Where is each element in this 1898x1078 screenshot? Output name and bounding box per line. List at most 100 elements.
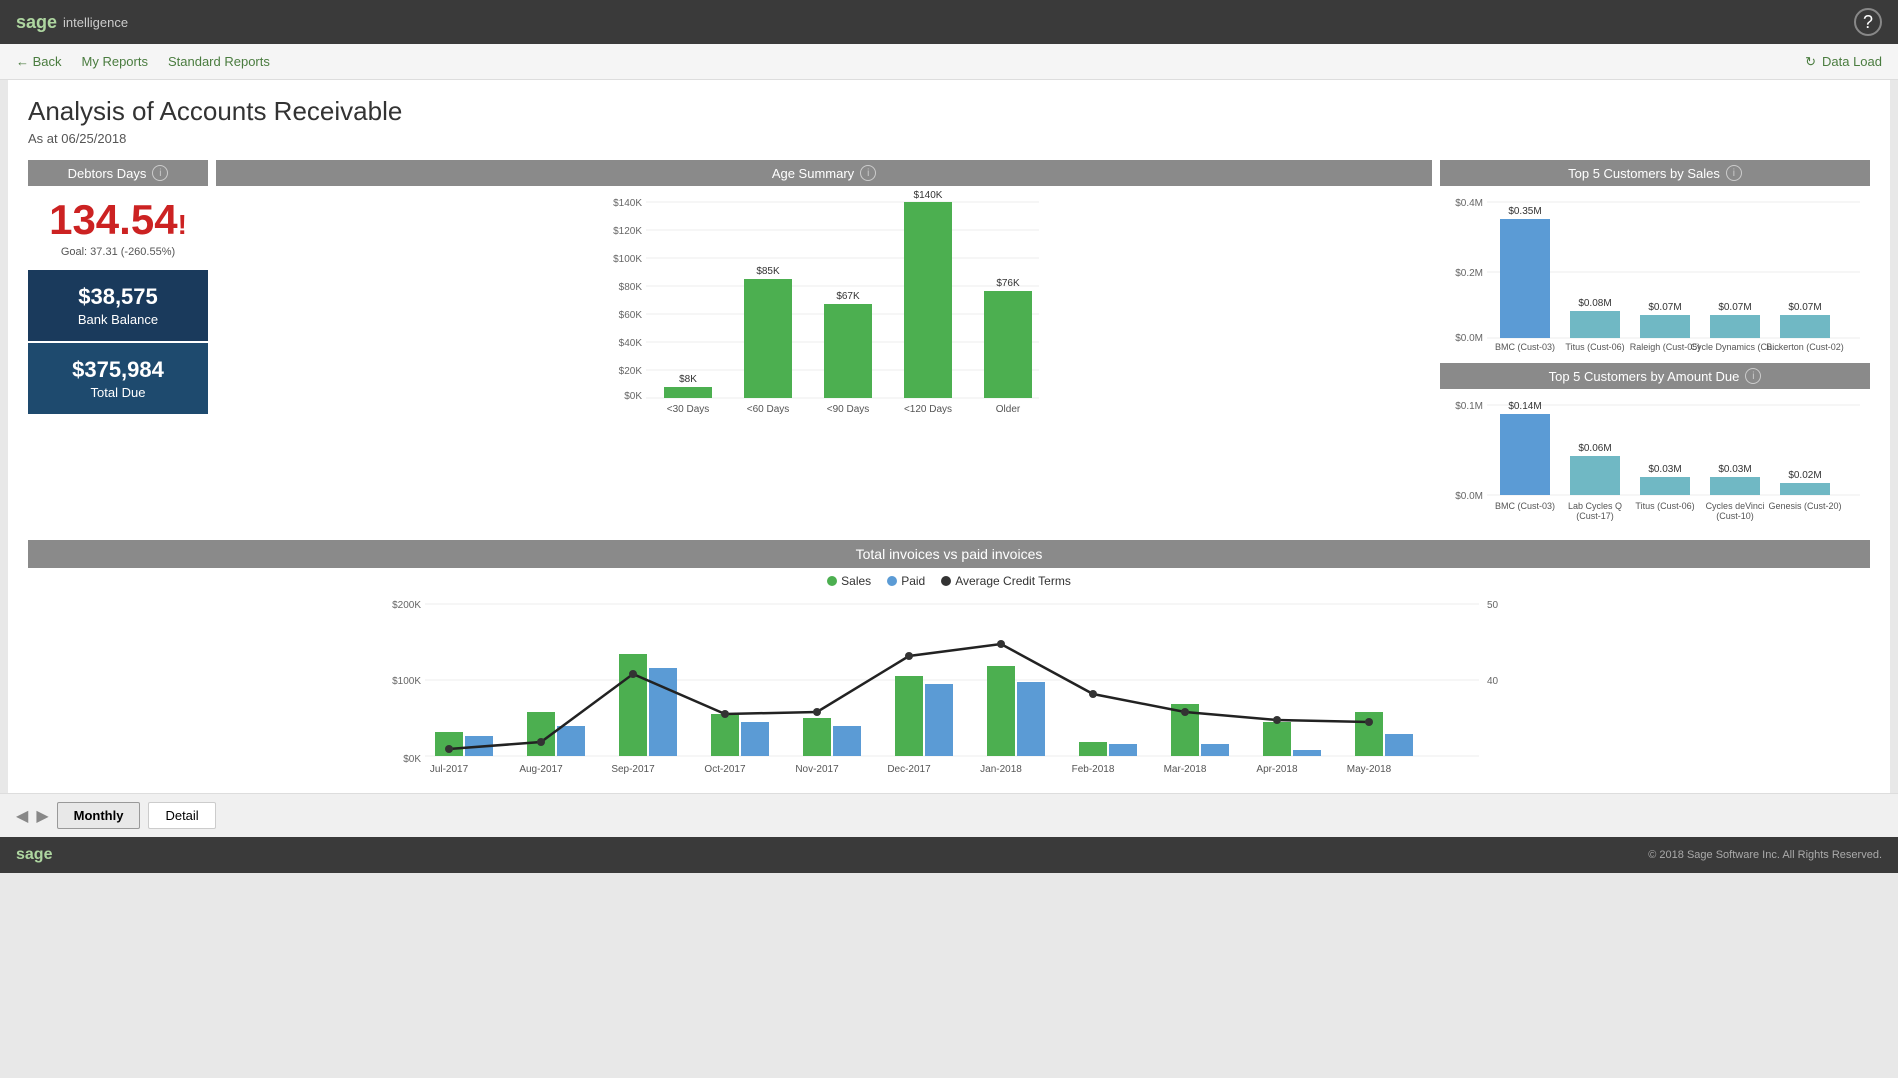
svg-text:$60K: $60K [619, 310, 643, 321]
svg-text:$80K: $80K [619, 282, 643, 293]
svg-text:$0.02M: $0.02M [1788, 470, 1821, 481]
svg-text:(Cust-10): (Cust-10) [1716, 511, 1754, 521]
total-due-box: $375,984 Total Due [28, 343, 208, 414]
svg-text:$0.07M: $0.07M [1718, 302, 1751, 313]
footer-copyright: © 2018 Sage Software Inc. All Rights Res… [1648, 849, 1882, 861]
top5-sales-chart: $0.4M $0.2M $0.0M $0.35M BMC (Cust-03) $… [1440, 186, 1870, 356]
svg-text:<30 Days: <30 Days [667, 404, 710, 415]
back-link[interactable]: ← Back [16, 54, 62, 69]
svg-text:$20K: $20K [619, 366, 643, 377]
debtors-info-icon[interactable]: i [152, 165, 168, 181]
footer-sage-logo: sage [16, 846, 52, 864]
legend-sales: Sales [827, 574, 871, 588]
help-button[interactable]: ? [1854, 8, 1882, 36]
age-summary-header: Age Summary i [216, 160, 1432, 186]
svg-text:Jul-2017: Jul-2017 [430, 764, 469, 774]
svg-text:$85K: $85K [756, 266, 780, 277]
nav-links: ← Back My Reports Standard Reports [16, 54, 270, 69]
report-title: Analysis of Accounts Receivable [28, 96, 1870, 127]
standard-reports-link[interactable]: Standard Reports [168, 54, 270, 69]
svg-text:$76K: $76K [996, 278, 1020, 289]
debtors-exclamation: ! [178, 209, 187, 240]
svg-text:<120 Days: <120 Days [904, 404, 952, 415]
svg-text:Oct-2017: Oct-2017 [704, 764, 746, 774]
svg-text:Jan-2018: Jan-2018 [980, 764, 1022, 774]
svg-text:Lab Cycles Q: Lab Cycles Q [1568, 501, 1622, 511]
svg-text:$140K: $140K [613, 198, 642, 209]
top-bar: sage intelligence ? [0, 0, 1898, 44]
invoices-header: Total invoices vs paid invoices [28, 540, 1870, 568]
svg-text:<60 Days: <60 Days [747, 404, 790, 415]
svg-text:$40K: $40K [619, 338, 643, 349]
svg-text:(Cust-17): (Cust-17) [1576, 511, 1614, 521]
legend-avg-dot [941, 576, 951, 586]
svg-text:Sep-2017: Sep-2017 [611, 764, 655, 774]
debtors-value: 134.54! [28, 186, 208, 246]
legend-avg-label: Average Credit Terms [955, 574, 1071, 588]
my-reports-link[interactable]: My Reports [82, 54, 148, 69]
top5-sales-panel: Top 5 Customers by Sales i $0.4M $0.2M $… [1440, 160, 1870, 532]
tab-prev-arrow[interactable]: ◀ [16, 806, 28, 826]
svg-text:Mar-2018: Mar-2018 [1164, 764, 1207, 774]
svg-text:Apr-2018: Apr-2018 [1256, 764, 1298, 774]
svg-text:BMC (Cust-03): BMC (Cust-03) [1495, 501, 1555, 511]
tab-next-arrow[interactable]: ▶ [36, 806, 48, 826]
svg-text:Bickerton (Cust-02): Bickerton (Cust-02) [1766, 342, 1844, 352]
svg-text:Titus (Cust-06): Titus (Cust-06) [1635, 501, 1694, 511]
svg-text:Dec-2017: Dec-2017 [887, 764, 931, 774]
svg-text:$0.2M: $0.2M [1455, 268, 1483, 279]
svg-text:Genesis (Cust-20): Genesis (Cust-20) [1768, 501, 1841, 511]
svg-text:Nov-2017: Nov-2017 [795, 764, 839, 774]
top5-sales-info-icon[interactable]: i [1726, 165, 1742, 181]
legend-sales-dot [827, 576, 837, 586]
legend-paid: Paid [887, 574, 925, 588]
invoices-panel: Total invoices vs paid invoices Sales Pa… [28, 540, 1870, 777]
report-date: As at 06/25/2018 [28, 131, 1870, 146]
bank-balance-amount: $38,575 [36, 284, 200, 310]
svg-text:May-2018: May-2018 [1347, 764, 1392, 774]
sage-logo: sage [16, 12, 57, 33]
svg-text:Cycles deVinci: Cycles deVinci [1706, 501, 1765, 511]
top5-sales-label: Top 5 Customers by Sales [1568, 166, 1720, 181]
age-summary-label: Age Summary [772, 166, 854, 181]
svg-text:$0.0M: $0.0M [1455, 333, 1483, 344]
top5-amount-label: Top 5 Customers by Amount Due [1549, 369, 1740, 384]
top5-amount-chart: $0.1M $0.0M $0.14M BMC (Cust-03) $0.06M … [1440, 389, 1870, 529]
age-summary-info-icon[interactable]: i [860, 165, 876, 181]
tab-detail[interactable]: Detail [148, 802, 215, 829]
debtors-header: Debtors Days i [28, 160, 208, 186]
svg-text:40: 40 [1487, 676, 1499, 687]
top5-amount-header: Top 5 Customers by Amount Due i [1440, 363, 1870, 389]
top5-amount-info-icon[interactable]: i [1745, 368, 1761, 384]
svg-text:Titus (Cust-06): Titus (Cust-06) [1565, 342, 1624, 352]
legend-paid-dot [887, 576, 897, 586]
svg-text:$0.07M: $0.07M [1788, 302, 1821, 313]
svg-text:Older: Older [996, 404, 1021, 415]
logo-area: sage intelligence [16, 12, 128, 33]
svg-text:$0.07M: $0.07M [1648, 302, 1681, 313]
svg-text:Feb-2018: Feb-2018 [1072, 764, 1115, 774]
total-due-amount: $375,984 [36, 357, 200, 383]
svg-text:$200K: $200K [392, 600, 421, 611]
top-dashboard-row: Debtors Days i 134.54! Goal: 37.31 (-260… [28, 160, 1870, 532]
svg-text:$8K: $8K [679, 374, 697, 385]
svg-text:$0.4M: $0.4M [1455, 198, 1483, 209]
svg-text:BMC (Cust-03): BMC (Cust-03) [1495, 342, 1555, 352]
svg-text:$0.14M: $0.14M [1508, 401, 1541, 412]
legend-sales-label: Sales [841, 574, 871, 588]
footer: sage © 2018 Sage Software Inc. All Right… [0, 837, 1898, 873]
legend-avg-credit: Average Credit Terms [941, 574, 1071, 588]
refresh-icon: ↻ [1805, 54, 1816, 70]
svg-text:$100K: $100K [613, 254, 642, 265]
svg-text:$0.1M: $0.1M [1455, 401, 1483, 412]
invoices-chart-svg: $200K $100K $0K 50 40 [28, 594, 1870, 774]
debtors-days-panel: Debtors Days i 134.54! Goal: 37.31 (-260… [28, 160, 208, 532]
main-content: Analysis of Accounts Receivable As at 06… [8, 80, 1890, 793]
svg-text:$120K: $120K [613, 226, 642, 237]
tab-monthly[interactable]: Monthly [57, 802, 141, 829]
data-load-button[interactable]: ↻ Data Load [1805, 54, 1882, 70]
svg-text:$0.03M: $0.03M [1648, 464, 1681, 475]
logo-subtitle: intelligence [63, 15, 128, 30]
svg-text:<90 Days: <90 Days [827, 404, 870, 415]
svg-text:$100K: $100K [392, 676, 421, 687]
